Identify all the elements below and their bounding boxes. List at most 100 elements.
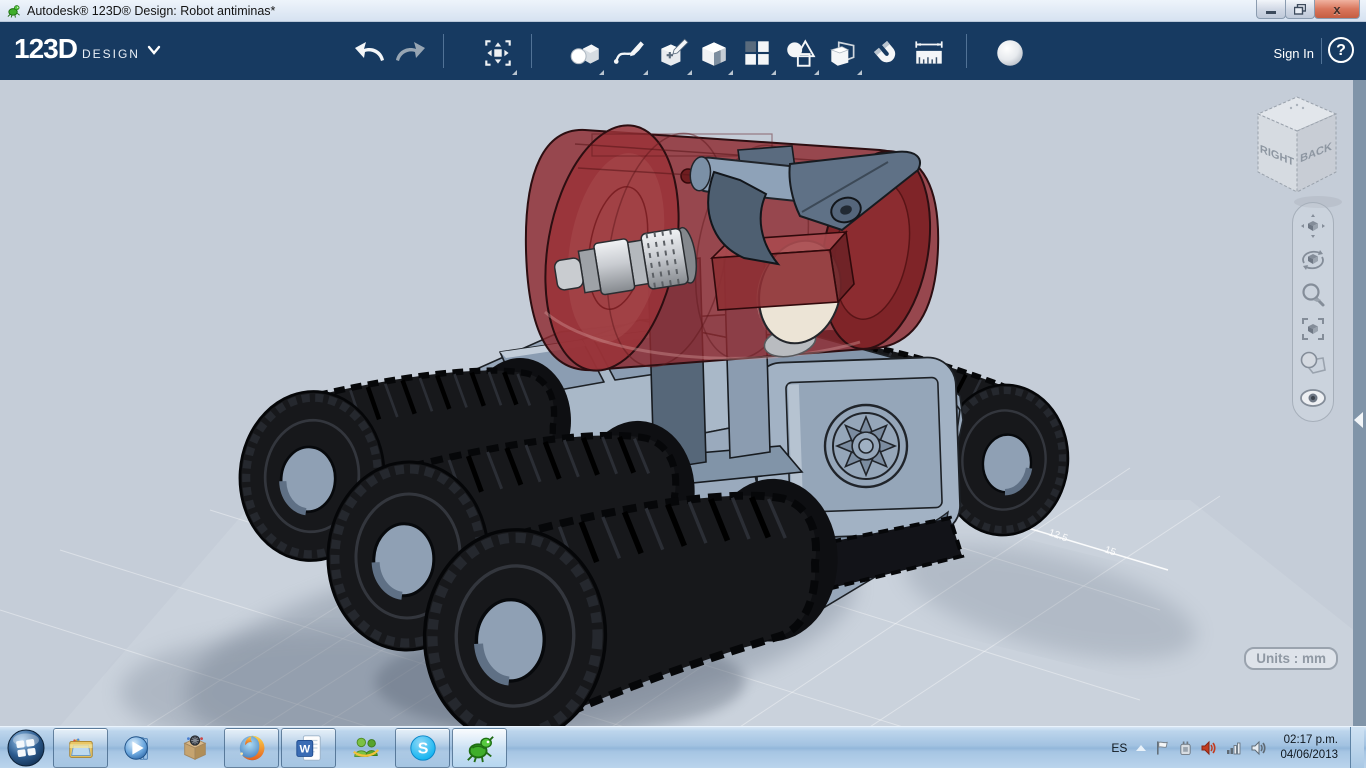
grouping-tool[interactable] — [778, 30, 822, 76]
taskbar-app-windows-explorer[interactable] — [53, 728, 108, 768]
construct-tool[interactable] — [651, 30, 695, 76]
hidden-icons-button[interactable] — [1135, 743, 1147, 753]
dropdown-caret — [599, 70, 604, 75]
scene-3d: 10 12.5 15 — [0, 124, 1366, 726]
window-title: Autodesk® 123D® Design: Robot antiminas* — [27, 3, 276, 18]
zoom-button[interactable] — [1298, 280, 1328, 310]
combine-icon — [830, 41, 855, 66]
skype-icon: S — [409, 735, 436, 761]
audio-manager-tray-icon[interactable] — [1201, 740, 1218, 756]
taskbar-app-firefox[interactable] — [224, 728, 279, 768]
network-tray-icon[interactable] — [1226, 740, 1243, 755]
units-button[interactable]: Units : mm — [1244, 647, 1338, 670]
minimize-button[interactable] — [1256, 0, 1286, 19]
action-center-button[interactable] — [1155, 740, 1170, 756]
toolbar-separator — [966, 34, 967, 68]
transform-icon — [485, 40, 511, 66]
restore-icon — [1294, 3, 1306, 15]
word-icon: W — [295, 735, 321, 761]
taskbar-app-word[interactable]: W — [281, 728, 336, 768]
orbit-icon — [1302, 250, 1324, 271]
pan-button[interactable] — [1298, 211, 1328, 241]
fan-emblem — [823, 403, 909, 489]
dropdown-caret — [857, 70, 862, 75]
taskbar-clock[interactable]: 02:17 p.m. 04/06/2013 — [1280, 733, 1338, 763]
toolbar-separator — [443, 34, 444, 68]
redo-button[interactable] — [388, 30, 432, 76]
toolbar-separator — [1321, 38, 1322, 64]
flag-icon — [1157, 740, 1169, 755]
pan-icon — [1301, 214, 1325, 239]
device-icon — [1180, 740, 1192, 755]
modify-tool[interactable] — [692, 30, 736, 76]
primitives-icon — [570, 44, 599, 65]
dropdown-caret — [512, 70, 517, 75]
transform-tool[interactable] — [476, 30, 520, 76]
language-indicator[interactable]: ES — [1111, 741, 1127, 755]
start-button[interactable] — [0, 727, 52, 768]
magnet-icon — [874, 41, 896, 63]
navigation-toolbar — [1292, 202, 1334, 422]
restore-button[interactable] — [1285, 0, 1315, 19]
app-menu-button[interactable]: 123D DESIGN — [14, 33, 161, 65]
red-speaker-icon — [1201, 740, 1216, 755]
visibility-button[interactable] — [1298, 383, 1328, 413]
help-button[interactable]: ? — [1328, 37, 1354, 63]
dropdown-caret — [643, 70, 648, 75]
taskbar-app-123d-design[interactable] — [452, 728, 507, 768]
tray-time: 02:17 p.m. — [1283, 733, 1338, 746]
viewport[interactable]: 10 12.5 15 — [0, 80, 1366, 726]
redo-icon — [396, 42, 425, 61]
taskbar-app-skype[interactable]: S — [395, 728, 450, 768]
shading-icon — [1300, 352, 1326, 375]
combine-tool[interactable] — [821, 30, 865, 76]
system-tray: ES 02:17 p.m. 04/06/2013 — [1111, 726, 1366, 768]
app-bug-icon — [7, 5, 20, 18]
shading-button[interactable] — [1298, 348, 1328, 378]
expand-panel-arrow[interactable] — [1354, 412, 1363, 428]
taskbar-app-messenger[interactable] — [338, 728, 393, 768]
dropdown-caret — [771, 70, 776, 75]
main-toolbar: 123D DESIGN Sign In ? — [0, 22, 1366, 80]
close-icon: x — [1333, 1, 1341, 17]
logo-123d: 123D — [14, 33, 78, 64]
show-desktop-button[interactable] — [1350, 726, 1364, 768]
explorer-folder-icon — [68, 738, 93, 758]
123d-bug-icon — [466, 736, 494, 763]
sketch-icon — [613, 41, 644, 64]
fit-icon — [1302, 318, 1324, 341]
window-controls: x — [1256, 0, 1360, 19]
media-player-icon — [123, 736, 148, 760]
chevron-up-icon — [1136, 744, 1147, 751]
collapsed-panel-strip — [1353, 80, 1366, 726]
material-sphere-icon — [997, 40, 1023, 66]
firefox-icon — [239, 735, 264, 761]
primitives-tool[interactable] — [563, 30, 607, 76]
close-button[interactable]: x — [1314, 0, 1360, 19]
word-letter: W — [299, 744, 310, 756]
zoom-icon — [1302, 283, 1325, 307]
ruler-icon — [915, 41, 943, 64]
view-cube[interactable]: RIGHT BACK — [1246, 92, 1350, 210]
volume-icon — [1251, 740, 1266, 755]
undo-button[interactable] — [348, 30, 392, 76]
toolbar-separator — [531, 34, 532, 68]
box-utility-icon — [183, 735, 206, 760]
measure-tool[interactable] — [907, 30, 951, 76]
fit-button[interactable] — [1298, 314, 1328, 344]
device-tray-icon[interactable] — [1178, 740, 1193, 756]
dropdown-caret — [728, 70, 733, 75]
pattern-tool[interactable] — [735, 30, 779, 76]
material-button[interactable] — [988, 30, 1032, 76]
sketch-tool[interactable] — [607, 30, 651, 76]
tray-date: 04/06/2013 — [1280, 748, 1338, 761]
window-titlebar: Autodesk® 123D® Design: Robot antiminas*… — [0, 0, 1366, 22]
taskbar-app-box-utility[interactable] — [167, 728, 222, 768]
taskbar-app-media-player[interactable] — [110, 728, 165, 768]
sign-in-button[interactable]: Sign In — [1274, 46, 1314, 61]
orbit-button[interactable] — [1298, 245, 1328, 275]
desktop: Autodesk® 123D® Design: Robot antiminas*… — [0, 0, 1366, 768]
volume-tray-icon[interactable] — [1251, 740, 1268, 756]
taskbar: W S ES 02:17 p.m. 04/06/2013 — [0, 726, 1366, 768]
snap-tool[interactable] — [864, 30, 908, 76]
